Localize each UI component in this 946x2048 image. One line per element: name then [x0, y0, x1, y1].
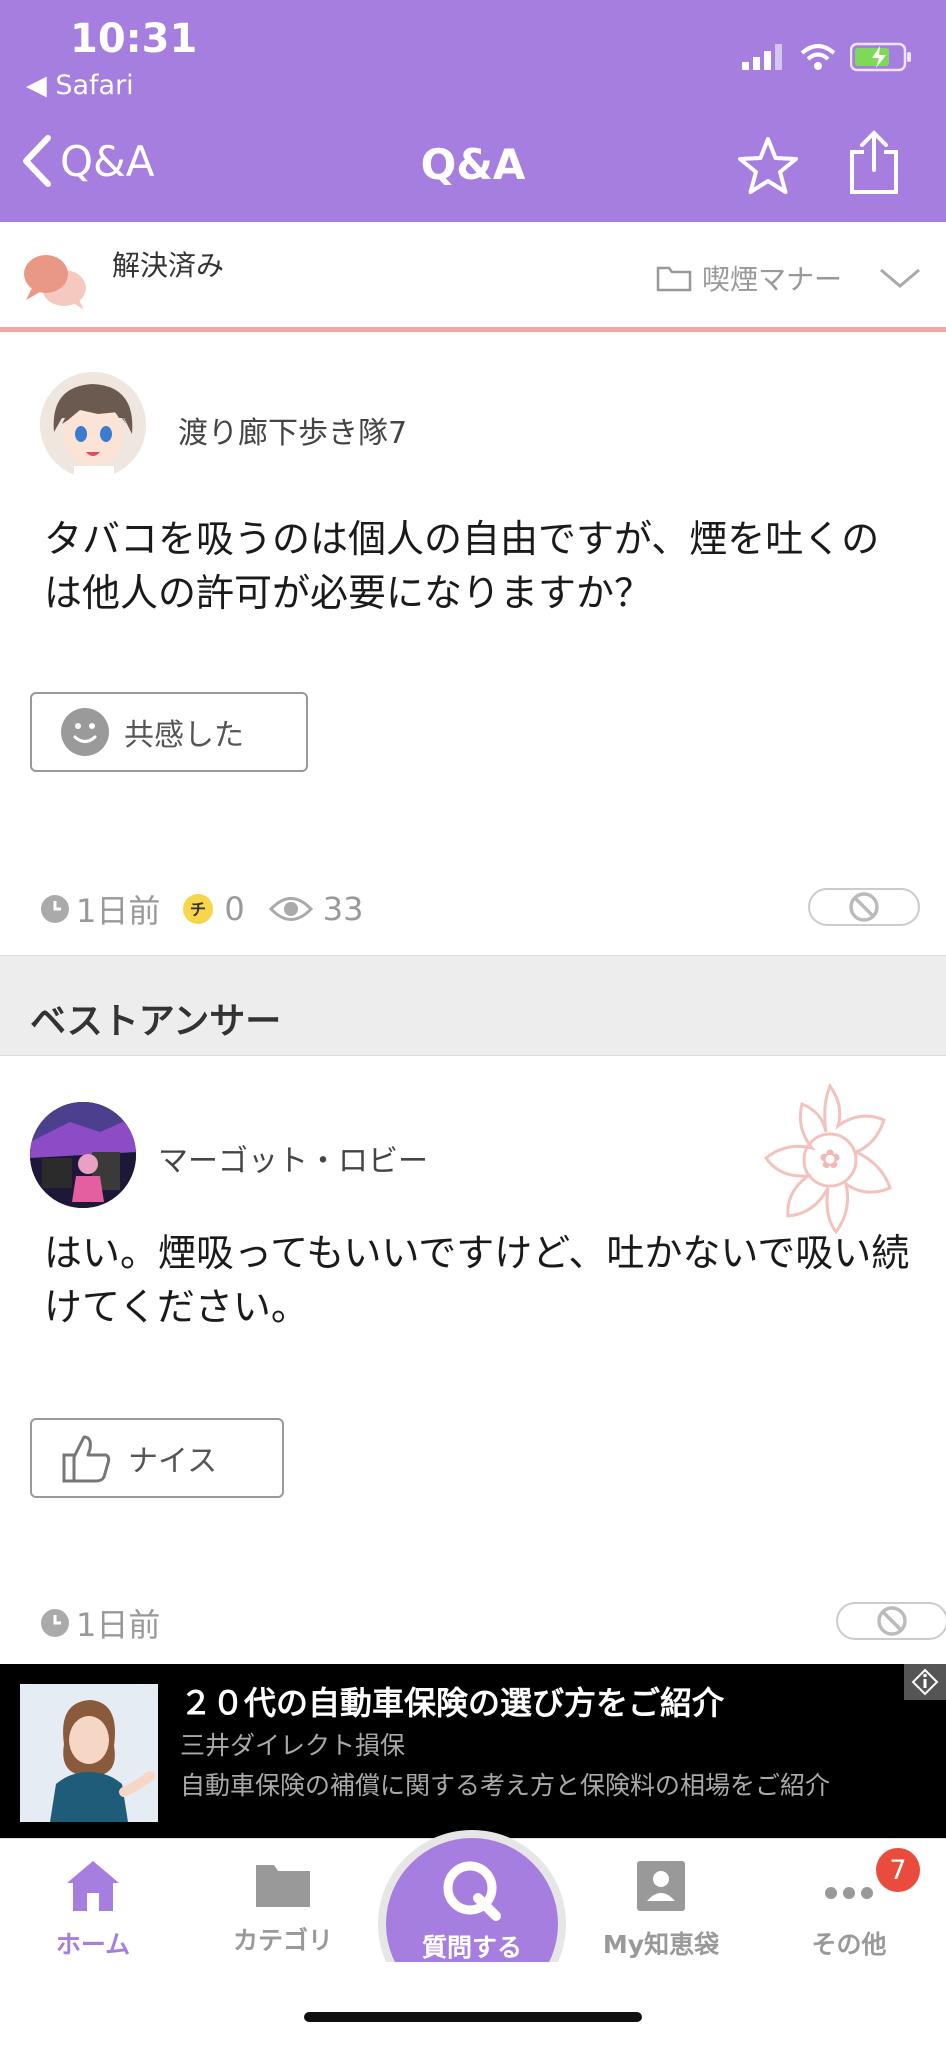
eye-icon — [268, 897, 313, 921]
tab-category-label: カテゴリ — [232, 1926, 333, 1955]
back-to-safari[interactable]: ◀ Safari — [26, 70, 134, 101]
answer-meta: 1日前 — [40, 1600, 160, 1646]
app-header: 10:31 ◀ Safari Q&A Q&A — [0, 0, 946, 222]
nice-label: ナイス — [128, 1444, 218, 1479]
share-icon — [850, 130, 898, 194]
folder-icon — [656, 266, 692, 292]
question-meta: 1日前 チ 0 33 — [40, 886, 363, 932]
thumbs-up-icon — [62, 1435, 111, 1483]
answer-text: はい。煙吸ってもいいですけど、吐かないで吸い続けてください。 — [44, 1231, 910, 1329]
block-icon — [877, 1606, 907, 1636]
home-indicator[interactable] — [304, 2012, 642, 2022]
answerer-avatar[interactable] — [30, 1102, 136, 1208]
ad-description: 自動車保険の補償に関する考え方と保険料の相場をご紹介 — [180, 1771, 831, 1800]
home-icon — [67, 1861, 119, 1911]
profile-card-icon — [637, 1861, 685, 1911]
clock-icon — [41, 1609, 69, 1637]
question-text: タバコを吸うのは個人の自由ですが、煙を吐くのは他人の許可が必要になりますか？ — [44, 517, 880, 615]
tab-my-chiebukuro[interactable]: My知恵袋 — [586, 1859, 736, 1961]
wifi-icon — [800, 44, 836, 70]
nice-button[interactable]: ナイス — [30, 1418, 284, 1498]
tab-home[interactable]: ホーム — [18, 1859, 168, 1961]
questioner-avatar[interactable] — [40, 372, 146, 478]
ad-info-button[interactable] — [904, 1664, 946, 1700]
notification-badge: 7 — [876, 1848, 920, 1892]
share-button[interactable] — [846, 130, 902, 200]
folder-icon — [256, 1865, 310, 1907]
battery-icon — [850, 42, 911, 72]
more-dots-icon — [825, 1887, 873, 1899]
favorite-button[interactable] — [736, 136, 800, 200]
neon-scene-avatar-icon — [30, 1102, 136, 1208]
answer-posted-time: 1日前 — [76, 1606, 161, 1644]
tab-my-label: My知恵袋 — [602, 1930, 720, 1959]
empathy-button[interactable]: 共感した — [30, 692, 308, 772]
answerer-name[interactable]: マーゴット・ロビー — [158, 1136, 428, 1180]
clock-icon — [41, 895, 69, 923]
ad-woman-photo-icon — [20, 1684, 158, 1822]
questioner-name[interactable]: 渡り廊下歩き隊7 — [178, 408, 407, 452]
tab-other-label: その他 — [811, 1930, 887, 1959]
report-answer-button[interactable] — [836, 1602, 946, 1640]
resolved-label: 解決済み — [112, 249, 225, 282]
ad-sponsor: 三井ダイレクト損保 — [180, 1731, 406, 1760]
view-count: 33 — [322, 890, 364, 928]
tab-home-label: ホーム — [55, 1930, 131, 1959]
svg-text:チ: チ — [190, 900, 206, 919]
question-posted-time: 1日前 — [76, 892, 161, 930]
tab-category[interactable]: カテゴリ — [208, 1859, 358, 1957]
anime-girl-avatar-icon — [40, 372, 146, 478]
status-time: 10:31 — [70, 16, 198, 62]
coin-count: 0 — [224, 890, 245, 928]
ad-banner[interactable]: ２０代の自動車保険の選び方をご紹介 三井ダイレクト損保 自動車保険の補償に関する… — [0, 1664, 946, 1838]
status-icons — [742, 42, 912, 72]
block-icon — [849, 892, 879, 922]
ask-question-label: 質問する — [421, 1933, 522, 1962]
ad-choices-icon — [911, 1668, 939, 1696]
ad-image[interactable] — [20, 1684, 158, 1822]
best-answer-title: ベストアンサー — [30, 1001, 282, 1042]
category-link[interactable]: 喫煙マナー — [656, 258, 922, 298]
tabbar-mask — [370, 1962, 570, 2048]
best-answer-header: ベストアンサー — [0, 955, 946, 1056]
category-label: 喫煙マナー — [702, 263, 843, 296]
ad-title[interactable]: ２０代の自動車保険の選び方をご紹介 — [180, 1678, 724, 1724]
svg-text:✿: ✿ — [819, 1145, 841, 1175]
best-answer-sakura-stamp: ✿ — [763, 1082, 892, 1235]
question-status-row: 解決済み 喫煙マナー — [0, 222, 946, 332]
q-icon — [443, 1861, 501, 1921]
empathy-label: 共感した — [124, 718, 244, 753]
chie-coin-icon: チ — [183, 894, 214, 924]
smiley-face-icon — [61, 708, 109, 756]
report-question-button[interactable] — [808, 888, 920, 926]
signal-icon — [742, 44, 782, 70]
page-title: Q&A — [420, 140, 526, 189]
star-icon — [738, 137, 798, 194]
chevron-down-icon[interactable] — [878, 265, 922, 291]
speech-bubbles-icon — [24, 255, 86, 310]
